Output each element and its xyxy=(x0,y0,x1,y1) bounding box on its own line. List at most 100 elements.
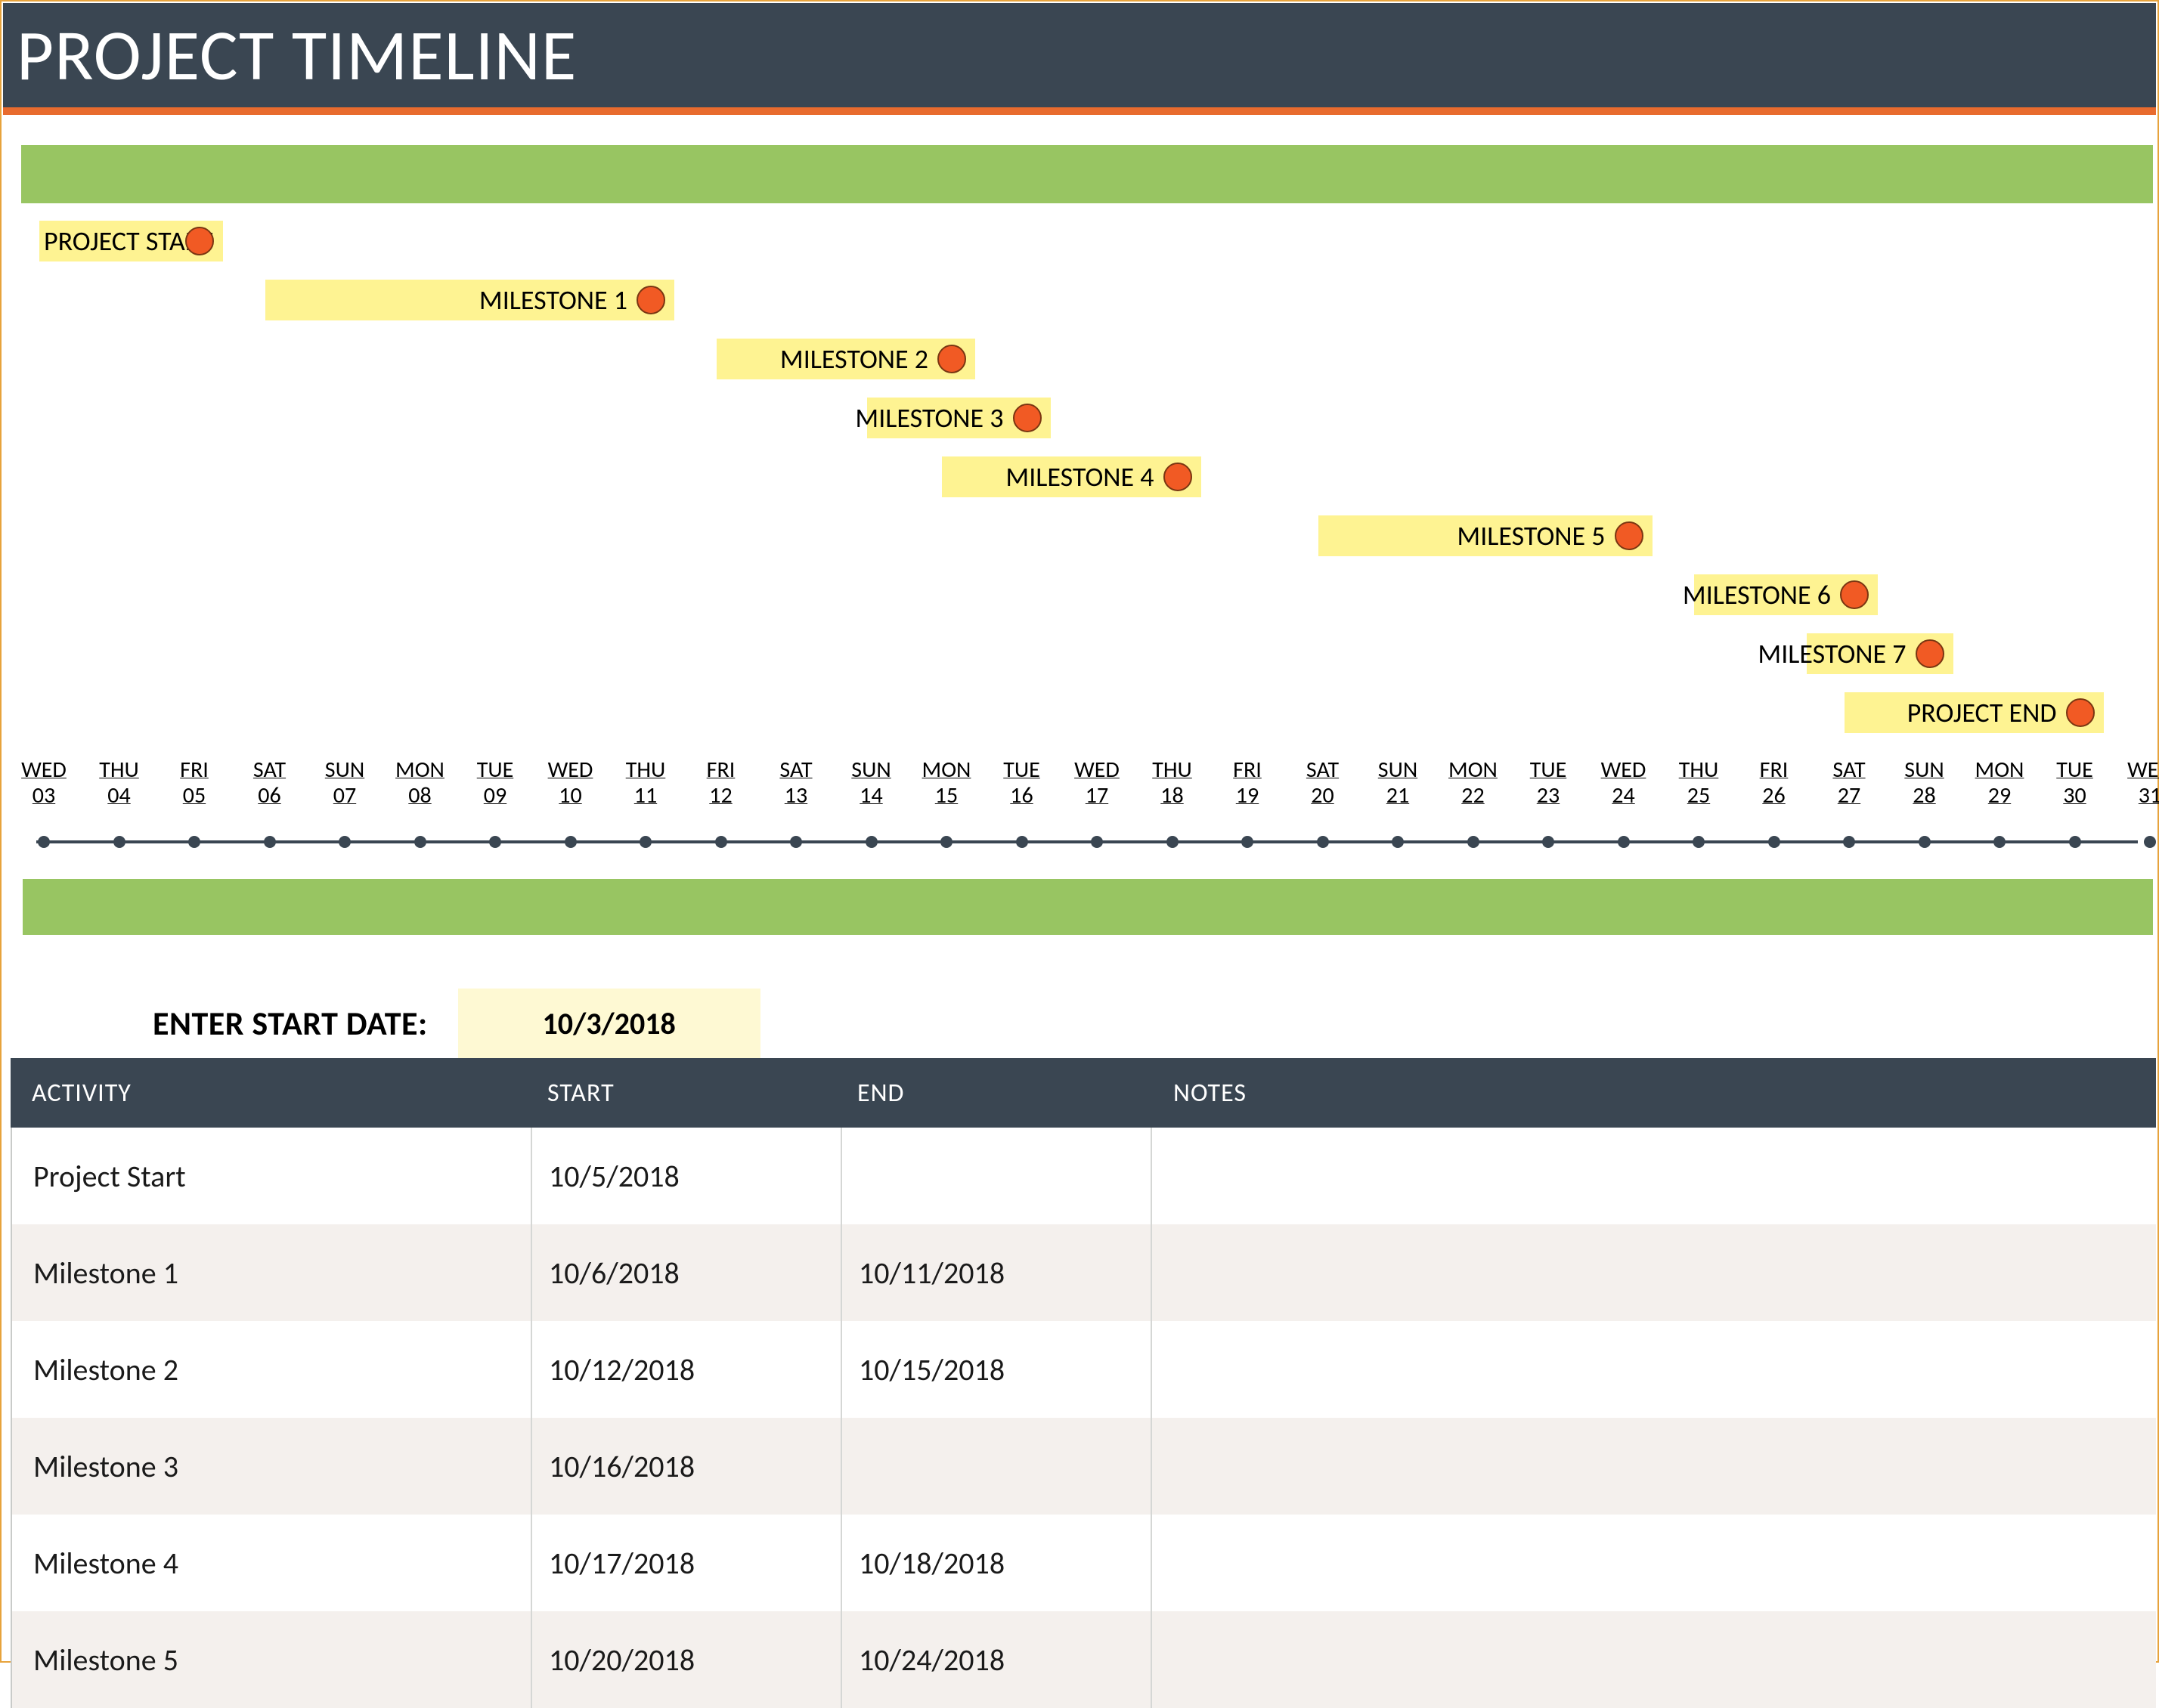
table-header-row: ACTIVITY START END NOTES xyxy=(11,1058,2156,1128)
cell-end[interactable]: 10/15/2018 xyxy=(842,1321,1152,1418)
header-end: END xyxy=(841,1078,1151,1109)
cell-activity[interactable]: Milestone 1 xyxy=(12,1224,532,1321)
cell-end[interactable]: 10/18/2018 xyxy=(842,1515,1152,1611)
axis-tick: TUE09 xyxy=(459,757,531,809)
axis-tick-dot xyxy=(1768,836,1780,848)
axis-tick-dot xyxy=(38,836,50,848)
cell-start[interactable]: 10/12/2018 xyxy=(532,1321,842,1418)
axis-tick: THU11 xyxy=(609,757,682,809)
header-notes: NOTES xyxy=(1151,1078,2156,1109)
axis-tick-dot xyxy=(113,836,125,848)
axis-tick-dot xyxy=(1843,836,1855,848)
axis-tick-dot xyxy=(1919,836,1931,848)
milestone-label: PROJECT END xyxy=(1907,696,2057,729)
cell-start[interactable]: 10/6/2018 xyxy=(532,1224,842,1321)
start-date-label: ENTER START DATE: xyxy=(153,1003,428,1044)
axis-tick-dot xyxy=(565,836,577,848)
activity-table: ACTIVITY START END NOTES Project Start10… xyxy=(11,1058,2156,1708)
cell-notes[interactable] xyxy=(1152,1418,2156,1515)
cell-activity[interactable]: Project Start xyxy=(12,1128,532,1224)
cell-activity[interactable]: Milestone 2 xyxy=(12,1321,532,1418)
axis-tick: SAT20 xyxy=(1287,757,1359,809)
axis-tick-dot xyxy=(1091,836,1103,848)
start-date-input[interactable]: 10/3/2018 xyxy=(458,989,760,1058)
table-row[interactable]: Milestone 510/20/201810/24/2018 xyxy=(11,1611,2156,1708)
header-accent-rule xyxy=(3,107,2156,115)
cell-end[interactable] xyxy=(842,1418,1152,1515)
cell-start[interactable]: 10/17/2018 xyxy=(532,1515,842,1611)
axis-tick: WED17 xyxy=(1061,757,1133,809)
axis-tick-dot xyxy=(1542,836,1554,848)
table-row[interactable]: Milestone 210/12/201810/15/2018 xyxy=(11,1321,2156,1418)
milestone-bar[interactable]: MILESTONE 7 xyxy=(1807,633,1953,674)
axis-tick: THU04 xyxy=(83,757,156,809)
table-row[interactable]: Project Start10/5/2018 xyxy=(11,1128,2156,1224)
milestone-dot-icon xyxy=(2066,698,2095,727)
axis-tick-dot xyxy=(1016,836,1028,848)
cell-start[interactable]: 10/20/2018 xyxy=(532,1611,842,1708)
milestone-label: MILESTONE 7 xyxy=(1758,637,1906,670)
cell-end[interactable] xyxy=(842,1128,1152,1224)
axis-tick: FRI19 xyxy=(1211,757,1284,809)
axis-tick: SAT27 xyxy=(1813,757,1885,809)
milestone-bar[interactable]: MILESTONE 5 xyxy=(1318,515,1653,556)
axis-tick-dot xyxy=(940,836,952,848)
axis-tick: FRI12 xyxy=(685,757,757,809)
milestone-label: MILESTONE 2 xyxy=(780,342,928,376)
cell-activity[interactable]: Milestone 5 xyxy=(12,1611,532,1708)
axis-tick-dot xyxy=(1317,836,1329,848)
time-axis: WED03THU04FRI05SAT06SUN07MON08TUE09WED10… xyxy=(6,757,2153,871)
axis-tick-dot xyxy=(1618,836,1630,848)
cell-start[interactable]: 10/16/2018 xyxy=(532,1418,842,1515)
axis-tick: SAT13 xyxy=(760,757,832,809)
milestone-dot-icon xyxy=(1013,404,1042,432)
milestone-bar[interactable]: PROJECT END xyxy=(1845,692,2104,733)
cell-notes[interactable] xyxy=(1152,1224,2156,1321)
milestone-bar[interactable]: MILESTONE 2 xyxy=(717,339,976,379)
milestone-bar[interactable]: PROJECT START xyxy=(39,221,223,261)
milestone-dot-icon xyxy=(1615,521,1643,550)
milestone-dot-icon xyxy=(1163,463,1192,491)
axis-tick: FRI05 xyxy=(158,757,231,809)
milestone-bar[interactable]: MILESTONE 3 xyxy=(867,398,1051,438)
axis-tick: WED03 xyxy=(8,757,80,809)
milestone-bar[interactable]: MILESTONE 4 xyxy=(942,456,1201,497)
header-bar: PROJECT TIMELINE xyxy=(3,3,2156,107)
axis-tick: WED31 xyxy=(2114,757,2159,809)
axis-tick-dot xyxy=(339,836,351,848)
cell-start[interactable]: 10/5/2018 xyxy=(532,1128,842,1224)
axis-tick: SAT06 xyxy=(234,757,306,809)
cell-activity[interactable]: Milestone 4 xyxy=(12,1515,532,1611)
cell-notes[interactable] xyxy=(1152,1611,2156,1708)
axis-tick-dot xyxy=(2144,836,2156,848)
axis-tick-dot xyxy=(1693,836,1705,848)
milestone-dot-icon xyxy=(1840,580,1869,609)
axis-tick-dot xyxy=(1241,836,1253,848)
table-row[interactable]: Milestone 310/16/2018 xyxy=(11,1418,2156,1515)
cell-end[interactable]: 10/11/2018 xyxy=(842,1224,1152,1321)
cell-end[interactable]: 10/24/2018 xyxy=(842,1611,1152,1708)
axis-tick-dot xyxy=(790,836,802,848)
cell-notes[interactable] xyxy=(1152,1321,2156,1418)
axis-tick: SUN21 xyxy=(1361,757,1434,809)
table-row[interactable]: Milestone 410/17/201810/18/2018 xyxy=(11,1515,2156,1611)
axis-tick: THU18 xyxy=(1136,757,1209,809)
start-date-row: ENTER START DATE: 10/3/2018 xyxy=(153,989,760,1058)
axis-line xyxy=(36,840,2138,843)
page-title: PROJECT TIMELINE xyxy=(17,11,577,99)
milestone-label: MILESTONE 5 xyxy=(1457,519,1605,552)
milestone-dot-icon xyxy=(637,286,665,314)
axis-tick-dot xyxy=(2069,836,2081,848)
cell-activity[interactable]: Milestone 3 xyxy=(12,1418,532,1515)
milestone-bar[interactable]: MILESTONE 1 xyxy=(265,280,675,320)
gantt-plot: PROJECT START MILESTONE 1 MILESTONE 2 MILES… xyxy=(6,221,2153,757)
milestone-bar[interactable]: MILESTONE 6 xyxy=(1694,574,1878,615)
milestone-dot-icon xyxy=(1916,639,1944,668)
axis-tick: TUE16 xyxy=(986,757,1058,809)
milestone-label: MILESTONE 6 xyxy=(1683,578,1831,611)
milestone-label: MILESTONE 1 xyxy=(479,283,627,317)
table-row[interactable]: Milestone 110/6/201810/11/2018 xyxy=(11,1224,2156,1321)
cell-notes[interactable] xyxy=(1152,1515,2156,1611)
page: PROJECT TIMELINE PROJECT START MILESTONE … xyxy=(0,0,2159,1663)
cell-notes[interactable] xyxy=(1152,1128,2156,1224)
